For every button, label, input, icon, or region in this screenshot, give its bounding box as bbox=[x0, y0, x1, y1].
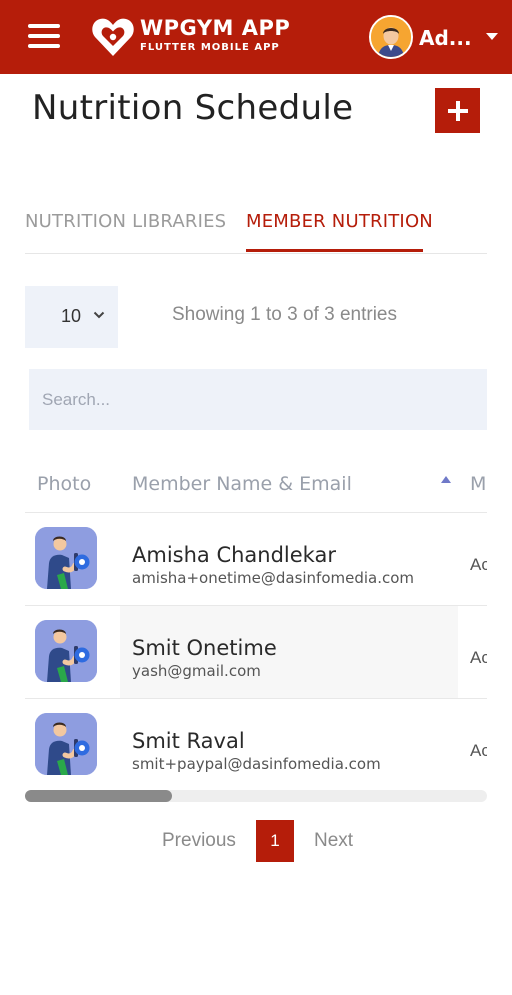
entries-info: Showing 1 to 3 of 3 entries bbox=[172, 304, 397, 325]
member-extra-cell: Ac bbox=[470, 555, 487, 574]
member-email: smit+paypal@dasinfomedia.com bbox=[132, 755, 381, 773]
column-header-more: M bbox=[470, 473, 487, 495]
member-photo bbox=[35, 527, 97, 589]
chevron-down-icon[interactable] bbox=[486, 33, 498, 40]
table-row[interactable]: Smit Onetime yash@gmail.com Ac bbox=[25, 605, 487, 698]
scrollbar-thumb[interactable] bbox=[25, 790, 172, 802]
member-name: Smit Onetime bbox=[132, 636, 277, 660]
dumbbell-athlete-icon bbox=[35, 620, 97, 682]
table-row[interactable]: Smit Raval smit+paypal@dasinfomedia.com … bbox=[25, 698, 487, 791]
table-row[interactable]: Amisha Chandlekar amisha+onetime@dasinfo… bbox=[25, 512, 487, 605]
chevron-down-icon bbox=[93, 311, 105, 319]
member-extra-cell: Ac bbox=[470, 648, 487, 667]
page-1-button[interactable]: 1 bbox=[256, 820, 294, 862]
app-header: WPGYM APP FLUTTER MOBILE APP Ad... bbox=[0, 0, 512, 74]
dumbbell-athlete-icon bbox=[35, 713, 97, 775]
menu-icon[interactable] bbox=[28, 24, 60, 48]
active-tab-indicator bbox=[246, 249, 423, 252]
next-page-button[interactable]: Next bbox=[314, 830, 353, 852]
member-email: amisha+onetime@dasinfomedia.com bbox=[132, 569, 415, 587]
member-photo bbox=[35, 620, 97, 682]
member-photo bbox=[35, 713, 97, 775]
app-title: WPGYM APP bbox=[140, 16, 291, 40]
dumbbell-athlete-icon bbox=[35, 527, 97, 589]
avatar-person-icon bbox=[371, 17, 411, 57]
tabs-divider bbox=[25, 253, 487, 254]
user-name[interactable]: Ad... bbox=[419, 26, 472, 50]
entries-per-page-value: 10 bbox=[61, 306, 82, 326]
sort-ascending-icon[interactable] bbox=[441, 476, 451, 483]
column-header-photo: Photo bbox=[37, 473, 92, 495]
member-name: Amisha Chandlekar bbox=[132, 543, 336, 567]
member-name: Smit Raval bbox=[132, 729, 245, 753]
column-header-member[interactable]: Member Name & Email bbox=[132, 473, 352, 495]
member-email: yash@gmail.com bbox=[132, 662, 261, 680]
user-avatar[interactable] bbox=[369, 15, 413, 59]
horizontal-scrollbar[interactable] bbox=[25, 790, 487, 802]
page-title: Nutrition Schedule bbox=[32, 88, 354, 128]
search-input[interactable] bbox=[29, 369, 487, 430]
entries-per-page-select[interactable]: 10 bbox=[25, 286, 118, 348]
member-extra-cell: Ac bbox=[470, 741, 487, 760]
previous-page-button[interactable]: Previous bbox=[162, 830, 236, 852]
tab-nutrition-libraries[interactable]: NUTRITION LIBRARIES bbox=[25, 211, 226, 232]
heart-logo-icon bbox=[92, 18, 134, 56]
add-button[interactable] bbox=[435, 88, 480, 133]
app-subtitle: FLUTTER MOBILE APP bbox=[140, 42, 280, 53]
tab-member-nutrition[interactable]: MEMBER NUTRITION bbox=[246, 211, 433, 232]
plus-icon bbox=[447, 100, 468, 121]
